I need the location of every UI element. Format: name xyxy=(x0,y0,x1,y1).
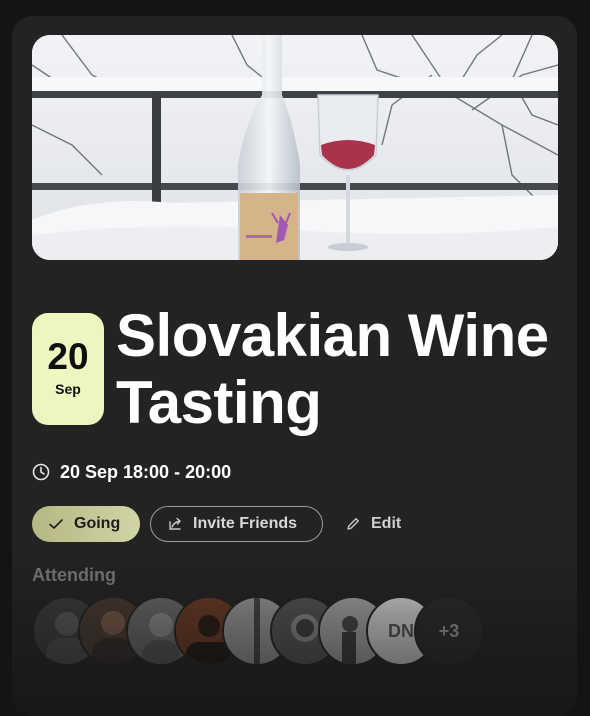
check-icon xyxy=(48,516,64,532)
event-cover-image xyxy=(32,35,558,260)
share-icon xyxy=(167,516,183,532)
edit-button[interactable]: Edit xyxy=(333,506,413,542)
event-date-badge: 20 Sep xyxy=(32,313,104,425)
avatar-initials: DN xyxy=(388,620,414,641)
going-label: Going xyxy=(74,515,121,532)
attendee-avatars[interactable]: DN +3 xyxy=(32,596,502,666)
event-actions: Going Invite Friends Edit xyxy=(32,506,413,542)
event-date-day: 20 xyxy=(47,336,89,377)
more-attendees-badge[interactable]: +3 xyxy=(414,596,484,666)
pencil-icon xyxy=(345,516,361,532)
event-time-row: 20 Sep 18:00 - 20:00 xyxy=(32,460,231,484)
event-date-month: Sep xyxy=(55,381,81,397)
more-attendees-count: +3 xyxy=(438,620,460,641)
event-title: Slovakian Wine Tasting xyxy=(116,302,549,436)
edit-label: Edit xyxy=(371,515,402,532)
event-time-text: 20 Sep 18:00 - 20:00 xyxy=(60,461,232,482)
attending-heading: Attending xyxy=(32,565,116,585)
invite-friends-button[interactable]: Invite Friends xyxy=(150,506,323,542)
invite-friends-label: Invite Friends xyxy=(193,515,298,532)
event-card: 20 Sep Slovakian Wine Tasting 20 Sep 18:… xyxy=(12,16,577,716)
clock-icon xyxy=(32,463,50,481)
going-button[interactable]: Going xyxy=(32,506,140,542)
